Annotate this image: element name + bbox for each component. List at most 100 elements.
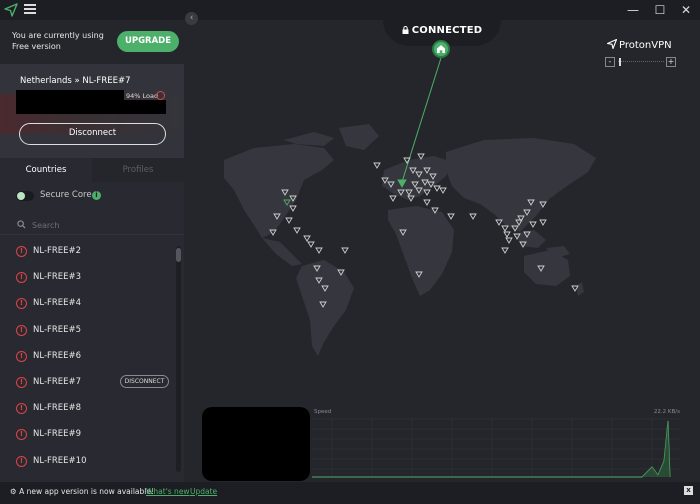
server-marker: [293, 227, 301, 234]
speed-graph: Speed 22.2 KB/s: [312, 409, 680, 479]
server-item[interactable]: ! NL-FREE#9: [0, 421, 175, 447]
server-list: ! NL-FREE#2 ! NL-FREE#3 ! NL-FREE#4 ! NL…: [0, 238, 175, 482]
server-marker: [285, 217, 293, 224]
server-marker: [433, 185, 441, 192]
brand-name: ProtonVPN: [619, 40, 672, 51]
warning-icon: !: [16, 298, 27, 310]
redacted-stats: [202, 407, 310, 481]
connected-server-label: Netherlands » NL-FREE#7: [20, 76, 131, 86]
zoom-out-button[interactable]: -: [605, 57, 615, 67]
title-bar: — ☐ ✕: [0, 0, 700, 20]
brand-label: ProtonVPN: [607, 39, 672, 51]
server-disconnect-button[interactable]: DISCONNECT: [120, 374, 169, 388]
server-load-label: 94% Load: [126, 92, 159, 100]
server-marker: [373, 162, 381, 169]
zoom-in-button[interactable]: +: [666, 57, 676, 67]
lock-icon: [402, 26, 409, 34]
server-item[interactable]: ! NL-FREE#10: [0, 448, 175, 474]
warning-icon: !: [16, 350, 27, 362]
server-marker: [503, 231, 511, 238]
close-notification-button[interactable]: x: [684, 486, 693, 495]
server-name: NL-FREE#7: [33, 376, 82, 387]
scrollbar-thumb[interactable]: [176, 248, 181, 262]
speed-chart: [312, 417, 680, 478]
update-link[interactable]: Update: [190, 487, 217, 496]
server-marker: [303, 235, 311, 242]
collapse-sidebar-button[interactable]: ‹: [185, 12, 198, 25]
server-marker: [495, 219, 503, 226]
warning-icon: !: [16, 246, 27, 257]
home-location-icon: [432, 40, 450, 58]
server-marker: [539, 219, 547, 226]
server-item[interactable]: ! NL-FREE#7 DISCONNECT: [0, 369, 175, 395]
secure-core-toggle[interactable]: [16, 191, 34, 201]
sidebar-tabs: Profiles Countries: [0, 158, 184, 182]
sidebar: You are currently using Free version UPG…: [0, 20, 184, 482]
server-marker: [307, 241, 315, 248]
server-marker: [341, 247, 349, 254]
toggle-knob: [17, 192, 25, 200]
server-item[interactable]: ! NL-FREE#3: [0, 264, 175, 290]
server-name: NL-FREE#10: [33, 455, 87, 466]
hamburger-menu-icon[interactable]: [24, 4, 36, 16]
redacted-details: [16, 100, 166, 114]
server-marker: [439, 187, 447, 194]
protonvpn-window: — ☐ ✕ You are currently using Free versi…: [0, 0, 700, 504]
warning-icon: !: [16, 272, 27, 284]
warning-icon: !: [16, 455, 27, 467]
update-notification-bar: ⚙ A new app version is now available! Wh…: [0, 482, 700, 504]
warning-icon: !: [16, 324, 27, 336]
server-item[interactable]: ! NL-FREE#2: [0, 238, 175, 264]
connection-status: CONNECTED: [383, 25, 501, 36]
server-item[interactable]: ! NL-FREE#5: [0, 317, 175, 343]
warning-icon: !: [16, 429, 27, 441]
server-item[interactable]: ! NL-FREE#6: [0, 343, 175, 369]
server-name: NL-FREE#4: [33, 298, 82, 309]
info-icon[interactable]: i: [92, 191, 101, 200]
warning-icon: !: [16, 403, 27, 415]
notification-message: A new app version is now available!: [19, 487, 154, 496]
status-text: CONNECTED: [411, 25, 483, 36]
server-marker: [389, 195, 397, 202]
protonvpn-logo-icon: [607, 39, 617, 49]
protonvpn-logo-icon: [4, 3, 18, 17]
search-icon: [17, 220, 26, 229]
search-input[interactable]: [32, 218, 172, 232]
server-marker: [289, 205, 297, 212]
server-marker: [505, 237, 513, 244]
server-item[interactable]: ! NL-FREE#8: [0, 395, 175, 421]
tab-countries[interactable]: Countries: [0, 158, 92, 182]
connection-panel: Netherlands » NL-FREE#7 94% Load Disconn…: [0, 64, 184, 158]
server-marker: [423, 199, 431, 206]
server-marker: [315, 247, 323, 254]
close-button[interactable]: ✕: [675, 2, 697, 18]
upgrade-panel: You are currently using Free version UPG…: [0, 20, 184, 64]
server-marker: [469, 213, 477, 220]
server-name: NL-FREE#3: [33, 272, 82, 283]
maximize-button[interactable]: ☐: [649, 2, 671, 18]
tab-profiles[interactable]: Profiles: [92, 158, 184, 182]
upgrade-button[interactable]: UPGRADE: [117, 31, 179, 52]
server-marker: [529, 221, 537, 228]
minimize-button[interactable]: —: [622, 2, 644, 18]
server-name: NL-FREE#5: [33, 324, 82, 335]
server-marker: [501, 247, 509, 254]
disconnect-button[interactable]: Disconnect: [19, 123, 166, 145]
redacted-ip: [16, 90, 124, 100]
zoom-slider-track[interactable]: [618, 61, 664, 63]
map-area: CONNECTED ProtonVPN - + Speed 22.2 KB/s: [184, 20, 700, 482]
server-list-scrollbar[interactable]: [176, 246, 181, 472]
warning-icon: !: [16, 376, 27, 388]
upgrade-message: You are currently using Free version: [12, 31, 104, 51]
search-row: [0, 215, 184, 235]
secure-core-label: Secure Core: [40, 190, 92, 200]
whats-new-link[interactable]: What's new: [146, 487, 190, 496]
server-name: NL-FREE#6: [33, 350, 82, 361]
server-name: NL-FREE#9: [33, 429, 82, 440]
zoom-slider-handle[interactable]: [619, 58, 621, 66]
server-item[interactable]: ! NL-FREE#4: [0, 290, 175, 316]
load-indicator-icon: [156, 91, 165, 100]
notification-text: ⚙ A new app version is now available!: [10, 487, 154, 496]
server-name: NL-FREE#8: [33, 403, 82, 414]
server-marker: [447, 213, 455, 220]
